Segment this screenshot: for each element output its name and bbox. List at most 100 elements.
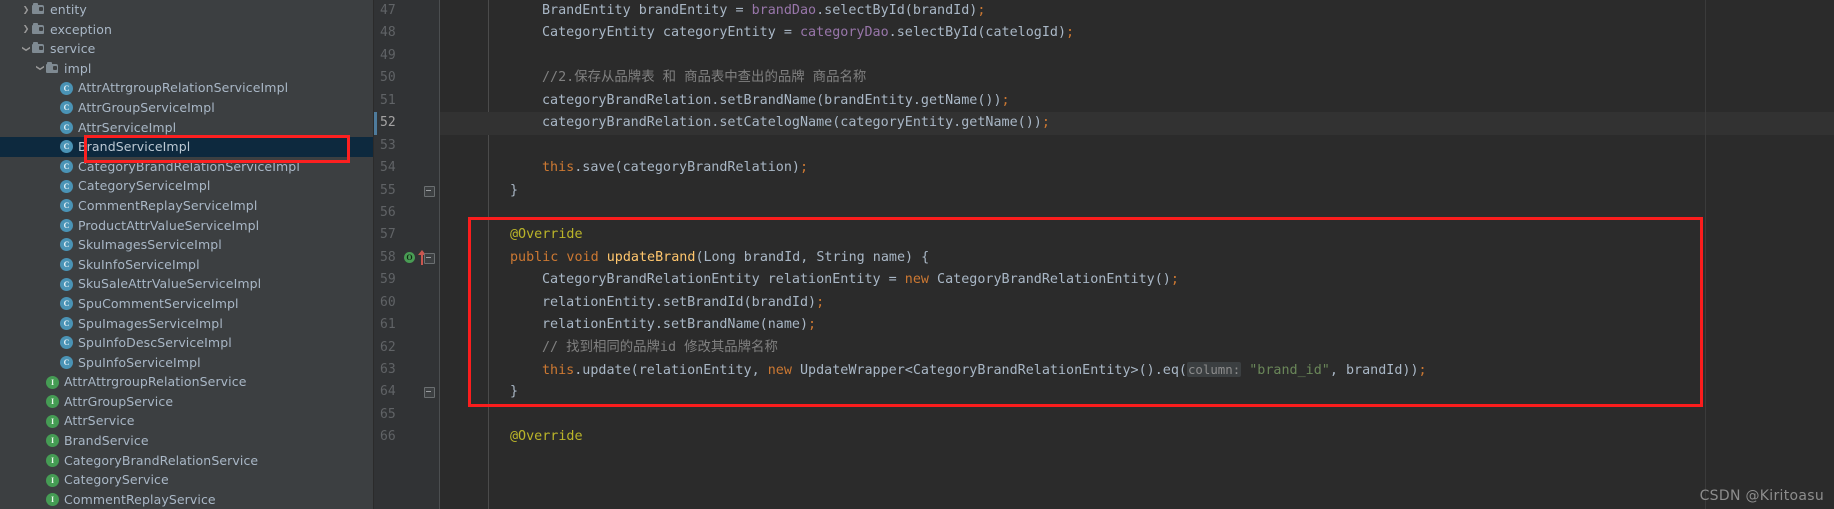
code-line[interactable]: @Override	[440, 224, 1834, 246]
interface-icon	[46, 414, 59, 428]
tree-item-AttrAttrgroupRelationServiceImpl[interactable]: AttrAttrgroupRelationServiceImpl	[0, 78, 374, 98]
code-line[interactable]: }	[440, 381, 1834, 403]
code-line[interactable]: this.update(relationEntity, new UpdateWr…	[440, 359, 1834, 381]
tree-item-label: CommentReplayService	[64, 491, 216, 507]
tree-item-BrandServiceImpl[interactable]: BrandServiceImpl	[0, 137, 374, 157]
implementing-method-icon[interactable]	[404, 251, 416, 264]
code-line[interactable]: //2.保存从品牌表 和 商品表中查出的品牌 商品名称	[440, 67, 1834, 89]
gutter-line-57[interactable]: 57	[374, 224, 440, 246]
class-icon	[60, 238, 73, 252]
code-token-semi: ;	[977, 3, 986, 18]
gutter-line-51[interactable]: 51	[374, 90, 440, 112]
gutter-line-65[interactable]: 65	[374, 404, 440, 426]
code-line[interactable]: CategoryEntity categoryEntity = category…	[440, 22, 1834, 44]
gutter-line-50[interactable]: 50	[374, 67, 440, 89]
tree-item-AttrService[interactable]: AttrService	[0, 411, 374, 431]
editor-gutter[interactable]: 47 48 49 50 51 52 53 54 55 56 57 58 59 60 61 62 63 64 65 66	[374, 0, 440, 509]
tree-item-CategoryService[interactable]: CategoryService	[0, 470, 374, 490]
chevron-down-icon[interactable]	[20, 39, 32, 60]
chevron-right-icon[interactable]	[20, 19, 32, 40]
tree-item-SpuCommentServiceImpl[interactable]: SpuCommentServiceImpl	[0, 294, 374, 314]
code-token-plain: relationEntity.setBrandId(brandId)	[542, 294, 817, 310]
tree-item-SkuImagesServiceImpl[interactable]: SkuImagesServiceImpl	[0, 235, 374, 255]
code-line[interactable]	[440, 404, 1834, 426]
tree-item-CategoryBrandRelationServiceImpl[interactable]: CategoryBrandRelationServiceImpl	[0, 157, 374, 177]
code-line[interactable]: categoryBrandRelation.setBrandName(brand…	[440, 90, 1834, 112]
code-token-hint: column:	[1186, 362, 1242, 377]
gutter-line-53[interactable]: 53	[374, 135, 440, 157]
gutter-line-58[interactable]: 58	[374, 247, 440, 269]
tree-item-label: exception	[50, 21, 112, 37]
code-token-cmt: // 找到相同的品牌id 修改其品牌名称	[542, 339, 778, 355]
code-token-anno: @Override	[510, 429, 583, 445]
line-number: 58	[380, 249, 396, 265]
gutter-line-63[interactable]: 63	[374, 359, 440, 381]
code-line[interactable]: public void updateBrand(Long brandId, St…	[440, 247, 1834, 269]
gutter-line-54[interactable]: 54	[374, 157, 440, 179]
tree-item-SkuSaleAttrValueServiceImpl[interactable]: SkuSaleAttrValueServiceImpl	[0, 274, 374, 294]
fold-toggle-icon[interactable]	[424, 185, 435, 197]
line-number: 59	[380, 272, 396, 288]
code-line[interactable]: categoryBrandRelation.setCatelogName(cat…	[440, 112, 1834, 135]
gutter-line-47[interactable]: 47	[374, 0, 440, 22]
tree-item-SpuInfoServiceImpl[interactable]: SpuInfoServiceImpl	[0, 353, 374, 373]
gutter-line-48[interactable]: 48	[374, 22, 440, 44]
tree-item-exception[interactable]: exception	[0, 20, 374, 40]
tree-item-impl[interactable]: impl	[0, 59, 374, 79]
tree-item-AttrServiceImpl[interactable]: AttrServiceImpl	[0, 118, 374, 138]
code-line[interactable]: }	[440, 180, 1834, 202]
code-token-semi: ;	[1170, 272, 1179, 288]
code-token-plain: .selectById(catelogId)	[888, 25, 1067, 41]
code-line[interactable]: @Override	[440, 426, 1834, 448]
code-line[interactable]: // 找到相同的品牌id 修改其品牌名称	[440, 337, 1834, 359]
code-line[interactable]	[440, 202, 1834, 224]
tree-item-SpuInfoDescServiceImpl[interactable]: SpuInfoDescServiceImpl	[0, 333, 374, 353]
code-content[interactable]: BrandEntity brandEntity = brandDao.selec…	[440, 0, 1834, 449]
gutter-line-66[interactable]: 66	[374, 426, 440, 448]
gutter-line-56[interactable]: 56	[374, 202, 440, 224]
tree-item-AttrGroupService[interactable]: AttrGroupService	[0, 392, 374, 412]
tree-item-CommentReplayService[interactable]: CommentReplayService	[0, 490, 374, 509]
gutter-line-61[interactable]: 61	[374, 314, 440, 336]
tree-item-AttrGroupServiceImpl[interactable]: AttrGroupServiceImpl	[0, 98, 374, 118]
code-token-plain: CategoryEntity categoryEntity =	[542, 25, 800, 41]
tree-item-AttrAttrgroupRelationService[interactable]: AttrAttrgroupRelationService	[0, 372, 374, 392]
gutter-line-60[interactable]: 60	[374, 292, 440, 314]
code-line[interactable]: relationEntity.setBrandName(name);	[440, 314, 1834, 336]
gutter-line-62[interactable]: 62	[374, 337, 440, 359]
code-line[interactable]	[440, 135, 1834, 157]
gutter-line-49[interactable]: 49	[374, 45, 440, 67]
gutter-line-52[interactable]: 52	[374, 112, 440, 136]
line-number: 52	[380, 115, 396, 131]
chevron-down-icon[interactable]	[34, 58, 46, 79]
tree-item-SpuImagesServiceImpl[interactable]: SpuImagesServiceImpl	[0, 314, 374, 334]
chevron-right-icon[interactable]	[20, 0, 32, 20]
project-tree-pane[interactable]: entity exception service impl AttrAttrgroupR…	[0, 0, 374, 509]
gutter-line-55[interactable]: 55	[374, 180, 440, 202]
gutter-line-64[interactable]: 64	[374, 381, 440, 403]
code-line[interactable]: this.save(categoryBrandRelation);	[440, 157, 1834, 179]
tree-item-CategoryServiceImpl[interactable]: CategoryServiceImpl	[0, 176, 374, 196]
tree-item-service[interactable]: service	[0, 39, 374, 59]
tree-item-BrandService[interactable]: BrandService	[0, 431, 374, 451]
code-token-semi: ;	[1001, 92, 1010, 108]
code-line[interactable]: relationEntity.setBrandId(brandId);	[440, 292, 1834, 314]
tree-item-label: AttrService	[64, 413, 135, 429]
code-line[interactable]: CategoryBrandRelationEntity relationEnti…	[440, 269, 1834, 291]
class-icon	[60, 101, 73, 115]
tree-item-entity[interactable]: entity	[0, 0, 374, 20]
fold-toggle-icon[interactable]	[424, 252, 435, 264]
tree-item-SkuInfoServiceImpl[interactable]: SkuInfoServiceImpl	[0, 255, 374, 275]
tree-item-label: AttrGroupServiceImpl	[78, 99, 215, 115]
code-line[interactable]	[440, 45, 1834, 67]
gutter-line-59[interactable]: 59	[374, 269, 440, 291]
fold-toggle-icon[interactable]	[424, 387, 435, 399]
tree-item-CommentReplayServiceImpl[interactable]: CommentReplayServiceImpl	[0, 196, 374, 216]
class-icon	[60, 277, 73, 291]
folder-icon	[32, 3, 45, 16]
code-editor[interactable]: BrandEntity brandEntity = brandDao.selec…	[440, 0, 1834, 509]
tree-item-ProductAttrValueServiceImpl[interactable]: ProductAttrValueServiceImpl	[0, 216, 374, 236]
code-line[interactable]: BrandEntity brandEntity = brandDao.selec…	[440, 0, 1834, 22]
tree-item-CategoryBrandRelationService[interactable]: CategoryBrandRelationService	[0, 451, 374, 471]
project-tree[interactable]: entity exception service impl AttrAttrgroupR…	[0, 0, 374, 509]
